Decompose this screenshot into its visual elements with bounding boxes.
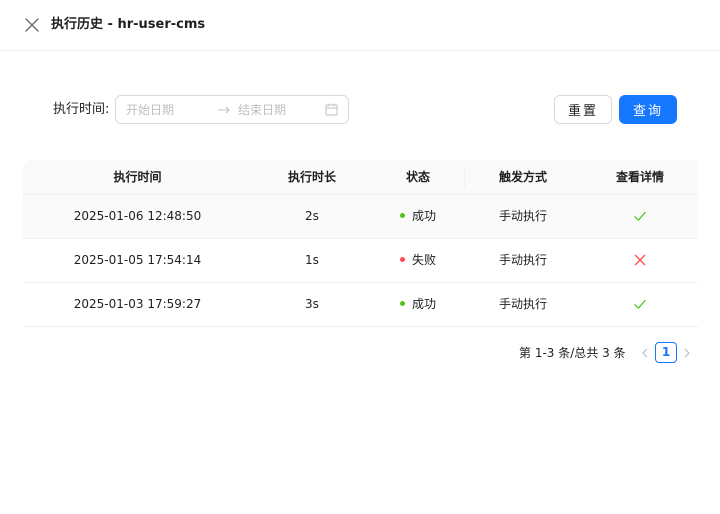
status-text: 成功 <box>411 297 436 311</box>
cell-time: 2025-01-05 17:54:14 <box>73 253 202 267</box>
drawer-title: 执行历史 - hr-user-cms <box>51 17 206 32</box>
start-date-input[interactable] <box>126 101 212 119</box>
column-header-status: 状态 <box>405 170 430 184</box>
column-header-time: 执行时间 <box>113 170 162 184</box>
pagination-page-1[interactable]: 1 <box>655 342 677 363</box>
cell-time: 2025-01-03 17:59:27 <box>73 297 202 311</box>
cell-detail <box>582 195 698 238</box>
table-row: 2025-01-03 17:59:27 3s 成功 手动执行 <box>23 283 698 327</box>
chevron-right-icon[interactable] <box>680 346 694 360</box>
status-dot <box>399 301 405 306</box>
status-text: 成功 <box>411 209 436 223</box>
status-text: 失败 <box>411 253 436 267</box>
status-dot <box>399 257 405 262</box>
date-range-picker[interactable] <box>115 95 349 124</box>
close-icon[interactable] <box>24 17 40 33</box>
cell-detail <box>582 283 698 326</box>
calendar-icon <box>325 103 338 116</box>
check-icon[interactable] <box>633 209 647 223</box>
table-row: 2025-01-06 12:48:50 2s 成功 手动执行 <box>23 195 698 239</box>
cell-status: 失败 <box>372 239 464 282</box>
drawer-header: 执行历史 - hr-user-cms <box>0 0 720 51</box>
column-header-detail: 查看详情 <box>615 170 664 184</box>
pagination-total: 第 1-3 条/总共 3 条 <box>519 346 626 360</box>
table-row: 2025-01-05 17:54:14 1s 失败 手动执行 <box>23 239 698 283</box>
cell-duration: 2s <box>305 209 319 223</box>
chevron-left-icon[interactable] <box>638 346 652 360</box>
cell-trigger: 手动执行 <box>498 297 547 311</box>
cell-status: 成功 <box>372 195 464 238</box>
close-icon[interactable] <box>633 253 647 267</box>
column-header-duration: 执行时长 <box>287 170 336 184</box>
cell-detail <box>582 239 698 282</box>
cell-status: 成功 <box>372 283 464 326</box>
cell-duration: 1s <box>305 253 319 267</box>
reset-button[interactable]: 重置 <box>554 95 612 124</box>
check-icon[interactable] <box>633 297 647 311</box>
cell-duration: 3s <box>305 297 319 311</box>
arrow-right-icon <box>218 106 230 114</box>
cell-time: 2025-01-06 12:48:50 <box>73 209 202 223</box>
filter-label: 执行时间: <box>53 102 110 117</box>
cell-trigger: 手动执行 <box>498 209 547 223</box>
status-dot <box>399 213 405 218</box>
end-date-input[interactable] <box>238 101 324 119</box>
column-header-trigger: 触发方式 <box>498 170 547 184</box>
cell-trigger: 手动执行 <box>498 253 547 267</box>
table-header: 执行时间 执行时长 状态 触发方式 查看详情 <box>23 160 698 195</box>
search-button[interactable]: 查询 <box>619 95 677 124</box>
history-table: 执行时间 执行时长 状态 触发方式 查看详情 2025-01-06 12:48:… <box>23 160 698 327</box>
